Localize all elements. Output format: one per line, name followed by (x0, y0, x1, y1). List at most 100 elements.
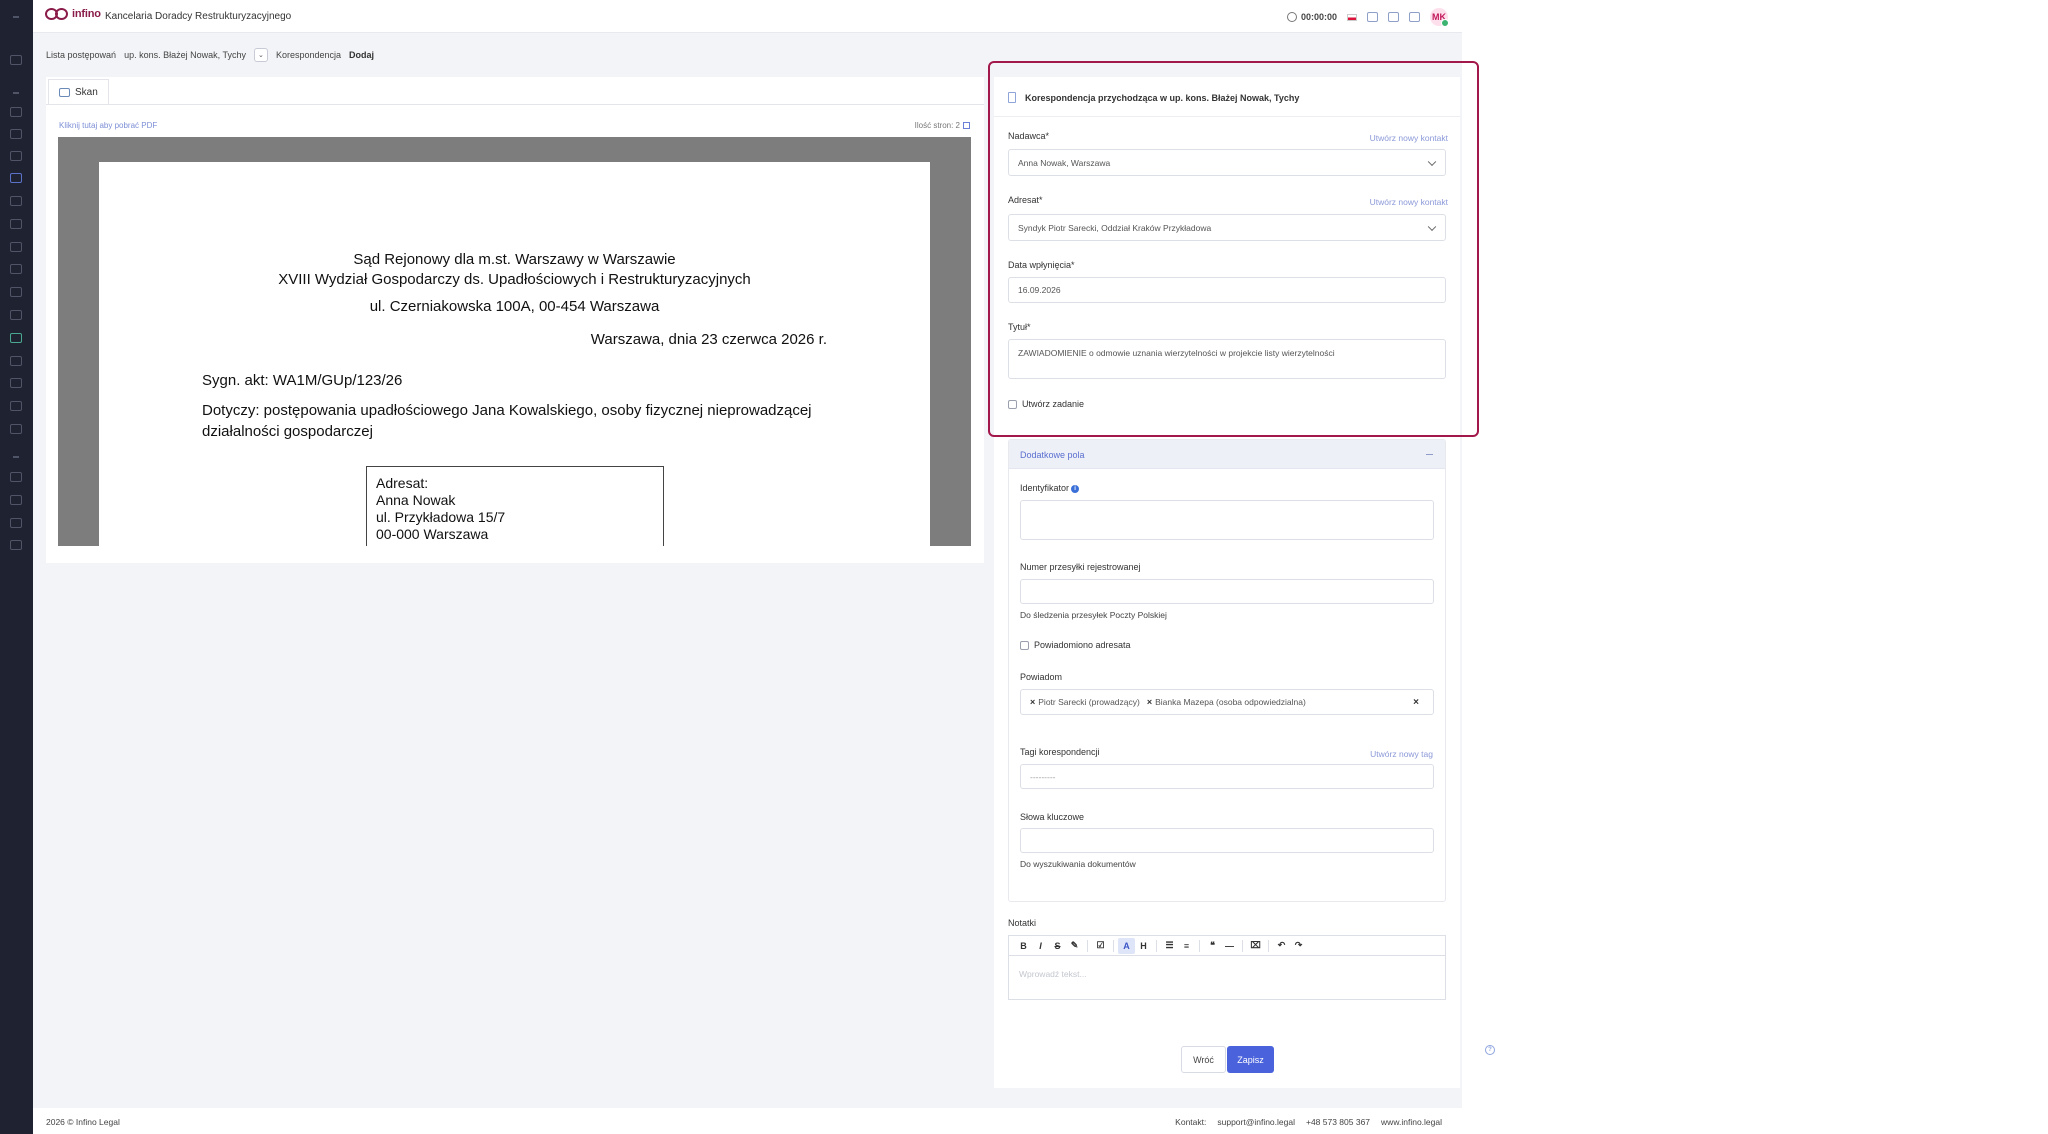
case-signature: Sygn. akt: WA1M/GUp/123/26 (202, 372, 403, 389)
create-task-checkbox[interactable] (1008, 400, 1017, 409)
timer-value: 00:00:00 (1300, 12, 1337, 22)
refresh-icon[interactable] (10, 151, 22, 161)
chevron-down-icon (1427, 157, 1437, 166)
recipient-select[interactable]: Syndyk Piotr Sarecki, Oddział Kraków Prz… (1008, 214, 1446, 241)
identifier-textarea[interactable] (1020, 500, 1434, 540)
strikethrough-icon[interactable]: S (1049, 938, 1066, 954)
horizontal-rule-icon[interactable]: — (1221, 938, 1238, 954)
italic-icon[interactable]: I (1032, 938, 1049, 954)
title-label: Tytuł* (1008, 322, 1031, 332)
cloud-icon[interactable] (10, 242, 22, 252)
download-pdf-link[interactable]: Kliknij tutaj aby pobrać PDF (59, 121, 157, 130)
tags-select[interactable]: --------- (1020, 764, 1434, 789)
help-icon[interactable]: ? (1485, 1045, 1495, 1055)
tools-icon[interactable] (10, 472, 22, 482)
calendar-icon[interactable] (10, 356, 22, 366)
infinity-icon[interactable] (10, 333, 22, 343)
received-date-field[interactable]: 16.09.2026 (1008, 277, 1446, 303)
notes-editor[interactable]: Wprowadź tekst... (1008, 955, 1446, 1000)
pen-icon[interactable]: ✎ (1066, 938, 1083, 954)
addressee-box: Adresat: Anna Nowak ul. Przykładowa 15/7… (366, 466, 664, 546)
checkbox-icon[interactable]: ☑ (1092, 938, 1109, 954)
logout-icon[interactable] (10, 540, 22, 550)
mail-icon[interactable] (10, 196, 22, 206)
remove-tag-icon[interactable]: × (1147, 697, 1152, 707)
breadcrumb-case[interactable]: up. kons. Błażej Nowak, Tychy (124, 50, 246, 60)
send-icon[interactable] (10, 107, 22, 117)
new-tag-link[interactable]: Utwórz nowy tag (1370, 749, 1433, 759)
list-icon[interactable] (10, 310, 22, 320)
back-button[interactable]: Wróć (1181, 1046, 1226, 1073)
collapse-icon[interactable] (1426, 454, 1433, 456)
recipient-label: Adresat* (1008, 195, 1043, 205)
polish-flag-icon[interactable] (1347, 13, 1357, 21)
footer-website-link[interactable]: www.infino.legal (1381, 1117, 1442, 1127)
breadcrumb-correspondence[interactable]: Korespondencja (276, 50, 341, 60)
regarding-line: Dotyczy: postępowania upadłościowego Jan… (202, 402, 812, 419)
home-icon[interactable] (10, 55, 22, 65)
avatar[interactable]: MK (1430, 8, 1449, 27)
received-date-value: 16.09.2026 (1018, 285, 1061, 295)
numbered-list-icon[interactable]: ≡ (1178, 938, 1195, 954)
pdf-viewer[interactable]: Sąd Rejonowy dla m.st. Warszawy w Warsza… (58, 137, 971, 546)
notify-multiselect[interactable]: × Piotr Sarecki (prowadzący) × Bianka Maze… (1020, 689, 1434, 715)
addressee-city: 00-000 Warszawa (376, 526, 489, 542)
heading-icon[interactable]: H (1135, 938, 1152, 954)
footer-copyright: 2026 © Infino Legal (46, 1117, 120, 1127)
sender-value: Anna Nowak, Warszawa (1018, 157, 1111, 168)
clear-format-icon[interactable]: ⌧ (1247, 938, 1264, 954)
court-header: Sąd Rejonowy dla m.st. Warszawy w Warsza… (99, 250, 930, 290)
remove-tag-icon[interactable]: × (1030, 697, 1035, 707)
breadcrumb-proceedings[interactable]: Lista postępowań (46, 50, 116, 60)
archive-icon[interactable] (10, 287, 22, 297)
save-button[interactable]: Zapisz (1227, 1046, 1274, 1073)
sender-new-contact-link[interactable]: Utwórz nowy kontakt (1370, 133, 1448, 143)
box-icon[interactable] (10, 518, 22, 528)
collapse-icon[interactable] (13, 16, 19, 18)
create-task-label[interactable]: Utwórz zadanie (1022, 399, 1084, 409)
undo-icon[interactable]: ↶ (1273, 938, 1290, 954)
clear-icon[interactable]: × (1413, 697, 1419, 708)
recipient-new-contact-link[interactable]: Utwórz nowy kontakt (1370, 197, 1448, 207)
top-bar: infino Kancelaria Doradcy Restrukturyzac… (33, 0, 1462, 33)
notify-tag[interactable]: × Piotr Sarecki (prowadzący) (1030, 697, 1140, 707)
bold-icon[interactable]: B (1015, 938, 1032, 954)
book-icon[interactable] (10, 424, 22, 434)
court-address: ul. Czerniakowska 100A, 00-454 Warszawa (369, 298, 660, 315)
edit-icon[interactable] (963, 122, 970, 129)
sender-select[interactable]: Anna Nowak, Warszawa (1008, 149, 1446, 176)
additional-fields-header[interactable]: Dodatkowe pola (1009, 440, 1445, 469)
infino-logo[interactable]: infino (45, 8, 101, 20)
document-icon[interactable] (10, 173, 22, 183)
document-icon (1008, 92, 1016, 103)
person-icon[interactable] (10, 495, 22, 505)
footer-phone-link[interactable]: +48 573 805 367 (1306, 1117, 1370, 1127)
title-field[interactable]: ZAWIADOMIENIE o odmowie uznania wierzyte… (1008, 339, 1446, 379)
quote-icon[interactable]: ❝ (1204, 938, 1221, 954)
tab-skan[interactable]: Skan (48, 79, 109, 105)
notify-tag[interactable]: × Bianka Mazepa (osoba odpowiedzialna) (1147, 697, 1306, 707)
stack-icon[interactable] (10, 378, 22, 388)
logo-text: infino (72, 8, 101, 20)
keywords-input[interactable] (1020, 828, 1434, 853)
calendar-dropdown-icon[interactable] (1409, 12, 1420, 22)
bullet-list-icon[interactable]: ☰ (1161, 938, 1178, 954)
printer-icon (59, 88, 70, 97)
book-icon[interactable] (1367, 12, 1378, 22)
app-title: Kancelaria Doradcy Restrukturyzacyjnego (105, 11, 292, 22)
users-icon[interactable] (10, 129, 22, 139)
redo-icon[interactable]: ↷ (1290, 938, 1307, 954)
checklist-icon[interactable] (10, 219, 22, 229)
chart-icon[interactable] (10, 401, 22, 411)
info-icon[interactable]: i (1071, 484, 1080, 493)
footer-contact: Kontakt: support@infino.legal +48 573 80… (1175, 1117, 1442, 1127)
text-color-icon[interactable]: A (1118, 937, 1135, 954)
tracking-number-input[interactable] (1020, 579, 1434, 604)
folder-icon[interactable] (10, 264, 22, 274)
notified-label[interactable]: Powiadomiono adresata (1034, 640, 1131, 650)
chat-icon[interactable] (1388, 12, 1399, 22)
notified-checkbox[interactable] (1020, 641, 1029, 650)
case-select-chevron-icon[interactable]: ⌄ (253, 48, 268, 62)
timer[interactable]: 00:00:00 (1286, 12, 1337, 22)
footer-email-link[interactable]: support@infino.legal (1217, 1117, 1295, 1127)
